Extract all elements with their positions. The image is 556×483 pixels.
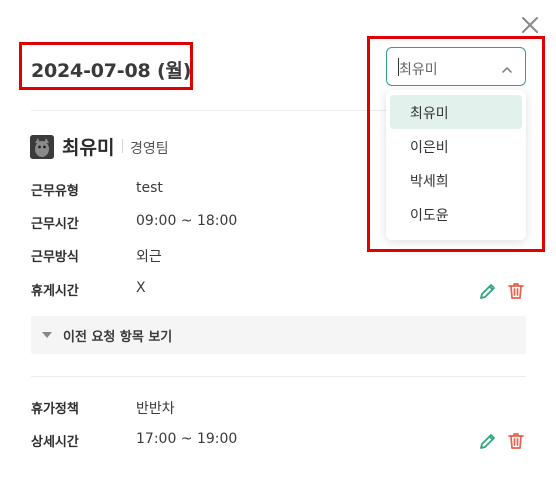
previous-requests-label: 이전 요청 항목 보기 xyxy=(63,330,173,345)
work-method-label: 근무방식 xyxy=(31,250,79,265)
previous-requests-toggle[interactable]: 이전 요청 항목 보기 xyxy=(31,316,526,354)
work-type-value: test xyxy=(136,180,163,196)
work-hours-label: 근무시간 xyxy=(31,217,79,232)
dropdown-option[interactable]: 이은비 xyxy=(390,129,522,163)
work-method-value: 외근 xyxy=(136,249,162,265)
dropdown-option[interactable]: 이도윤 xyxy=(390,197,522,231)
trash-icon[interactable] xyxy=(506,281,526,301)
employee-dropdown-menu: 최유미 이은비 박세희 이도윤 xyxy=(386,90,526,240)
dropdown-option[interactable]: 최유미 xyxy=(390,95,522,129)
pencil-icon[interactable] xyxy=(478,431,498,451)
caret-down-icon xyxy=(42,332,52,338)
work-hours-value: 09:00 ~ 18:00 xyxy=(136,213,238,229)
employee-team: 경영팀 xyxy=(130,141,169,157)
employee-select[interactable]: 최유미 xyxy=(386,47,526,86)
page-title-date: 2024-07-08 (월) xyxy=(31,60,192,82)
trash-icon[interactable] xyxy=(506,431,526,451)
pencil-icon[interactable] xyxy=(478,281,498,301)
break-time-label: 휴게시간 xyxy=(31,284,79,299)
detail-time-value: 17:00 ~ 19:00 xyxy=(136,431,238,447)
employee-name: 최유미 xyxy=(62,137,115,159)
leave-policy-label: 휴가정책 xyxy=(31,402,79,417)
chevron-up-icon xyxy=(501,61,513,80)
leave-policy-value: 반반차 xyxy=(136,401,175,417)
divider xyxy=(31,376,526,377)
avatar xyxy=(30,135,54,159)
dropdown-option[interactable]: 박세희 xyxy=(390,163,522,197)
break-time-value: X xyxy=(136,280,146,296)
detail-time-label: 상세시간 xyxy=(31,435,79,450)
employee-select-value: 최유미 xyxy=(399,62,438,78)
work-type-label: 근무유형 xyxy=(31,184,79,199)
close-icon[interactable] xyxy=(518,13,542,37)
name-team-separator xyxy=(122,139,123,153)
